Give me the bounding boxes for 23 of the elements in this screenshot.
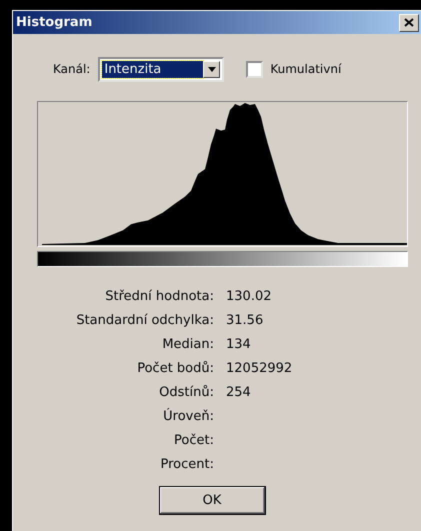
stat-value: 31.56 <box>226 312 264 330</box>
channel-dropdown[interactable]: Intenzita <box>98 56 224 82</box>
stat-label: Úroveň: <box>162 407 214 426</box>
stat-label: Procent: <box>160 456 214 474</box>
caret-icon <box>208 66 216 72</box>
close-button[interactable] <box>399 14 419 32</box>
stat-value: 130.02 <box>226 288 272 306</box>
stat-label: Střední hodnota: <box>104 288 214 306</box>
window-title: Histogram <box>16 15 92 30</box>
stat-label: Odstínů: <box>158 384 214 402</box>
stat-value: 134 <box>226 336 252 354</box>
cumulative-checkbox[interactable] <box>246 60 264 78</box>
channel-label: Kanál: <box>53 62 90 76</box>
stat-label: Počet: <box>173 432 214 450</box>
dropdown-arrow-button[interactable] <box>203 60 220 78</box>
ok-button[interactable]: OK <box>158 486 266 515</box>
stat-label: Standardní odchylka: <box>75 312 214 330</box>
stat-label: Median: <box>161 336 214 354</box>
stat-label: Počet bodů: <box>136 360 214 378</box>
stat-value: 254 <box>226 384 252 402</box>
cumulative-label[interactable]: Kumulativní <box>270 62 342 76</box>
close-icon <box>404 18 414 27</box>
stat-value: 12052992 <box>226 360 292 378</box>
